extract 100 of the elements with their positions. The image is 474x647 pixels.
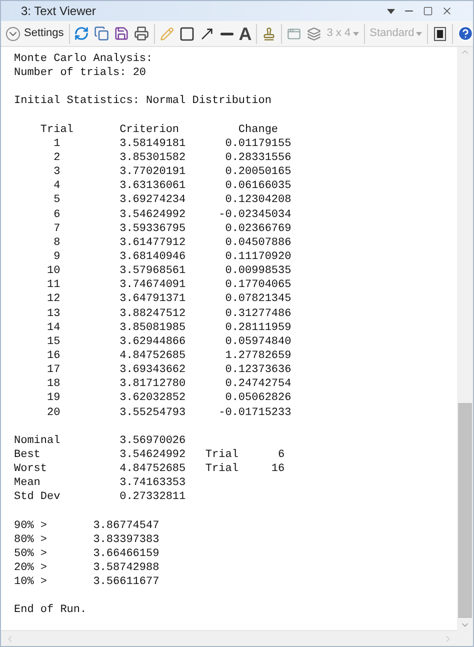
table-cell: 0.01179155	[225, 136, 292, 151]
table-cell: 4	[54, 179, 60, 194]
table-cell: 0.02366769	[225, 222, 292, 236]
text-line: Number of trials: 20	[14, 66, 146, 80]
table-cell: 8	[54, 236, 60, 250]
percentile-label: 20% >	[14, 561, 48, 576]
percentile-label: 90% >	[14, 518, 48, 533]
stat-value: 0.27332811	[120, 490, 187, 504]
stat-label: Std Dev	[14, 490, 62, 504]
close-icon[interactable]	[441, 5, 453, 17]
percentile-value: 3.86774547	[93, 518, 160, 533]
table-cell: 20	[47, 406, 60, 420]
text-tool-button[interactable]: A	[238, 24, 253, 42]
table-cell: 0.05974840	[225, 334, 292, 349]
table-cell: 7	[54, 222, 60, 236]
trial-label: Trial	[205, 448, 238, 462]
table-cell-text: 3.69274234	[120, 193, 187, 208]
table-cell: 16	[47, 348, 60, 364]
stat-label: Nominal	[14, 434, 62, 448]
table-cell: 0.07821345	[225, 292, 292, 307]
table-cell-text: 3.81712780	[120, 377, 187, 392]
percentile-label: 10% >	[14, 575, 48, 590]
refresh-icon[interactable]	[72, 24, 91, 42]
table-cell: -0.02345034	[218, 208, 292, 222]
table-cell-text: 3.64791371	[120, 292, 187, 307]
table-cell: 0.31277486	[225, 306, 292, 321]
help-icon[interactable]	[456, 24, 473, 42]
percentile-value: 3.58742988	[93, 561, 160, 576]
scrollbar-thumb[interactable]	[458, 403, 472, 618]
table-cell: 5	[54, 193, 60, 208]
table-cell: -0.01715233	[218, 406, 292, 420]
table-cell: 12	[47, 292, 60, 307]
table-cell: 0.20050165	[225, 165, 292, 180]
chevron-icon	[6, 26, 20, 40]
stat-label: Best	[14, 448, 42, 462]
table-cell: 3	[54, 165, 60, 180]
column-header: Trial	[39, 122, 74, 137]
trial-label: Trial	[205, 462, 238, 476]
table-cell: 0.04507886	[225, 236, 292, 250]
percentile-value: 3.66466159	[93, 546, 160, 562]
table-cell-text: 4.84752685	[120, 348, 187, 364]
table-cell: 0.24742754	[225, 377, 292, 392]
stat-label: Mean	[14, 476, 42, 490]
stat-label: Worst	[14, 462, 48, 476]
table-cell: 1.27782659	[225, 348, 292, 364]
table-cell: 0.17704065	[225, 278, 292, 292]
table-cell-text: 3.54624992	[120, 208, 187, 222]
copy-icon[interactable]	[92, 24, 111, 42]
table-cell: 2	[54, 150, 60, 166]
table-cell-text: 3.59336795	[120, 222, 187, 236]
trial-number: 16	[271, 462, 285, 476]
stat-value: 3.74163353	[120, 476, 187, 490]
stat-value: 3.56970026	[120, 434, 187, 448]
table-cell: 0.11170920	[225, 250, 292, 264]
table-cell: 0.28111959	[225, 320, 292, 335]
percentile-value: 3.83397383	[93, 532, 160, 547]
layers-icon[interactable]	[304, 24, 323, 42]
table-cell: 13	[47, 306, 60, 321]
table-cell-text: 3.74674091	[120, 278, 187, 292]
table-cell: 1	[54, 136, 60, 151]
text-line: Monte Carlo Analysis:	[14, 52, 153, 66]
table-cell: 0.28331556	[225, 150, 292, 166]
table-cell: 9	[54, 250, 60, 264]
table-cell-text: 3.63136061	[120, 179, 187, 194]
table-cell-text: 3.85301582	[120, 150, 187, 166]
caret-icon	[352, 32, 359, 36]
table-cell-text: 3.55254793	[120, 406, 187, 420]
maximize-icon[interactable]	[423, 6, 433, 16]
table-cell: 0.00998535	[225, 264, 292, 278]
table-cell: 19	[47, 391, 60, 406]
table-cell-text: 3.58149181	[120, 136, 187, 151]
table-cell: 18	[47, 377, 60, 392]
rectangle-icon[interactable]	[178, 24, 196, 42]
stat-value: 3.54624992	[120, 448, 187, 462]
table-cell-text: 3.62944866	[120, 334, 187, 349]
table-cell-text: 3.68140946	[120, 250, 187, 264]
percentile-label: 80% >	[14, 532, 48, 547]
vertical-scrollbar[interactable]	[457, 47, 473, 630]
table-cell: 10	[47, 264, 60, 278]
column-header: Change	[238, 122, 278, 137]
percentile-value: 3.56611677	[93, 575, 160, 590]
text-line: Initial Statistics: Normal Distribution	[14, 94, 272, 109]
table-cell: 11	[47, 278, 60, 292]
table-cell-text: 3.77020191	[120, 165, 187, 180]
table-cell-text: 3.85081985	[120, 320, 187, 335]
window-title: 3: Text Viewer	[21, 3, 96, 20]
table-cell: 15	[47, 334, 60, 349]
printer-icon[interactable]	[132, 24, 151, 42]
table-cell-text: 3.61477912	[120, 236, 187, 250]
table-cell: 6	[54, 208, 60, 222]
table-cell-text: 3.88247512	[120, 306, 187, 321]
table-cell: 0.05062826	[225, 391, 292, 406]
table-cell-text: 3.57968561	[120, 264, 187, 278]
table-cell: 0.12304208	[225, 193, 292, 208]
trial-number: 6	[278, 448, 285, 462]
table-cell-text: 3.62032852	[120, 391, 187, 406]
caret-icon[interactable]	[387, 8, 395, 14]
percentile-label: 50% >	[14, 546, 48, 562]
settings-button[interactable]: Settings	[4, 25, 66, 42]
table-cell: 0.06166035	[225, 179, 292, 194]
